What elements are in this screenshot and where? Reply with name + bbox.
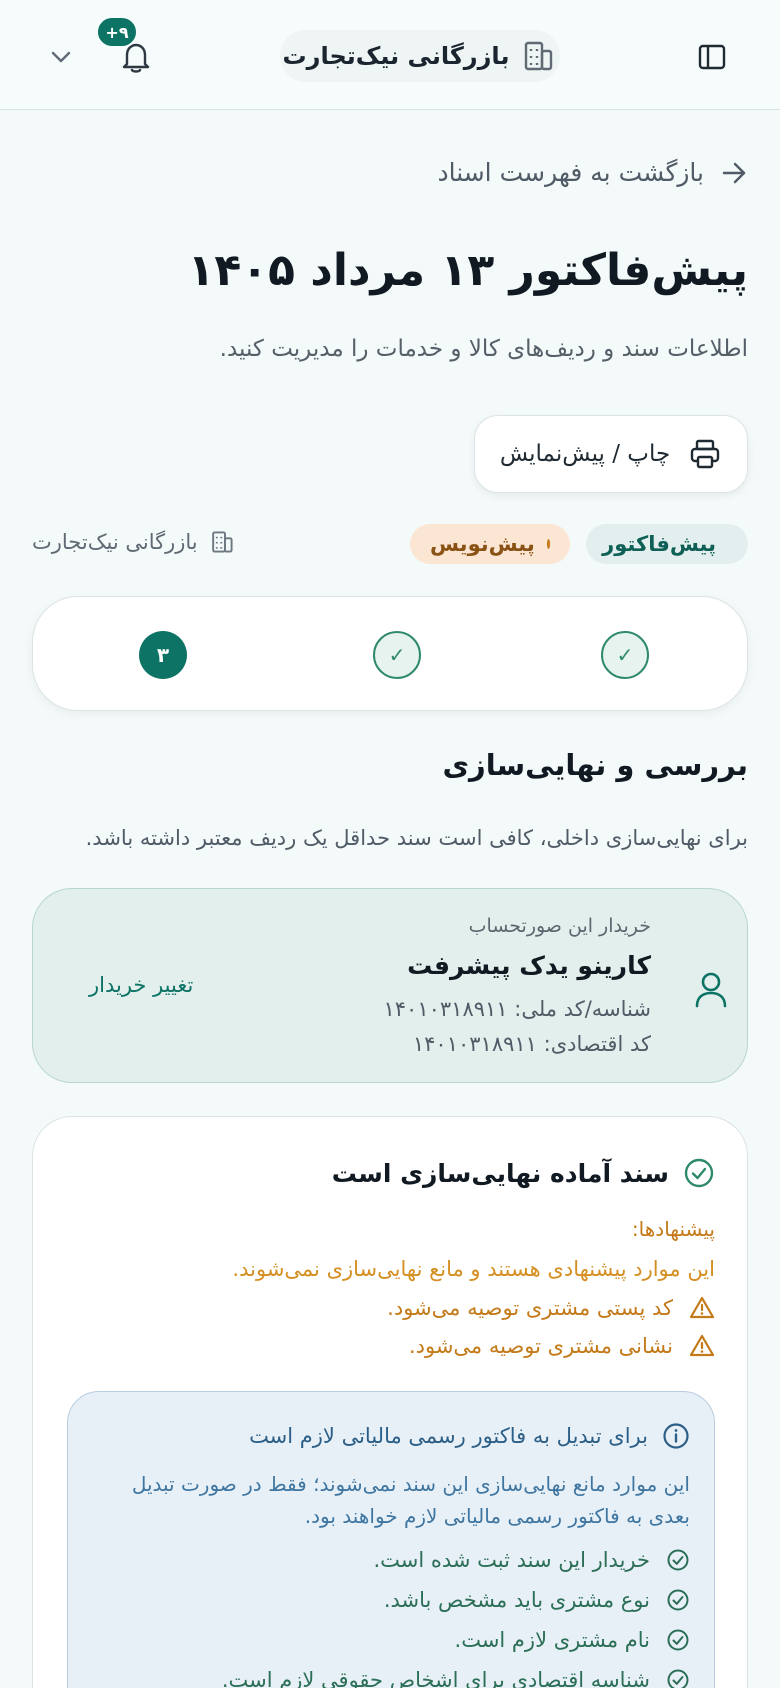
check-mark: ✓: [616, 643, 634, 667]
buyer-caption: خریدار این صورتحساب: [468, 915, 651, 937]
requirement-text: خریدار این سند ثبت شده است.: [373, 1548, 650, 1572]
back-link-label: بازگشت به فهرست اسناد: [437, 158, 704, 187]
document-status-label: پیش‌نویس: [430, 532, 535, 556]
tax-box-body: این موارد مانع نهایی‌سازی این سند نمی‌شو…: [131, 1472, 690, 1528]
document-type-badge: پیش‌فاکتور: [586, 524, 748, 564]
check-mark: ✓: [388, 643, 406, 667]
warning-triangle-icon: [689, 1296, 715, 1319]
validation-card: سند آماده نهایی‌سازی است پیشنهادها: این …: [32, 1116, 748, 1688]
status-dot: [546, 539, 550, 549]
suggestions-intro: این موارد پیشنهادی هستند و مانع نهایی‌سا…: [232, 1257, 715, 1281]
step-3-current[interactable]: ۳: [139, 631, 187, 679]
document-status-badge: پیش‌نویس: [410, 524, 570, 564]
suggestions-label: پیشنهادها:: [631, 1217, 715, 1241]
check-circle-icon: [667, 1629, 689, 1651]
building-icon: [211, 531, 233, 553]
suggestion-text: نشانی مشتری توصیه می‌شود.: [408, 1334, 673, 1358]
buyer-name: کارینو یدک پیشرفت: [407, 951, 651, 980]
progress-stepper: ✓ ✓ ۳: [32, 596, 748, 711]
buyer-national-id: شناسه/کد ملی: ۱۴۰۱۰۳۱۸۹۱۱: [383, 997, 652, 1021]
printer-icon: [690, 439, 720, 469]
tax-box-header: برای تبدیل به فاکتور رسمی مالیاتی لازم ا…: [249, 1422, 690, 1450]
buyer-card: خریدار این صورتحساب کارینو یدک پیشرفت شن…: [32, 888, 748, 1083]
top-bar: بازرگانی نیک‌تجارت ۹+: [0, 0, 780, 110]
requirement-item: نام مشتری لازم است.: [455, 1628, 690, 1652]
tax-box-title: برای تبدیل به فاکتور رسمی مالیاتی لازم ا…: [249, 1424, 648, 1448]
info-circle-icon: [663, 1423, 689, 1449]
print-preview-button[interactable]: چاپ / پیش‌نمایش: [474, 415, 748, 493]
organization-name: بازرگانی نیک‌تجارت: [32, 530, 198, 554]
suggestion-item: کد پستی مشتری توصیه می‌شود.: [387, 1295, 715, 1321]
buyer-economic-code: کد اقتصادی: ۱۴۰۱۰۳۱۸۹۱۱: [412, 1032, 651, 1056]
review-section-description: برای نهایی‌سازی داخلی، کافی است سند حداق…: [85, 826, 748, 850]
step-1-done[interactable]: ✓: [601, 631, 649, 679]
document-type-label: پیش‌فاکتور: [602, 532, 716, 556]
building-icon: [525, 41, 553, 71]
arrow-right-icon: [722, 162, 746, 183]
suggestion-item: نشانی مشتری توصیه می‌شود.: [409, 1333, 715, 1359]
user-icon: [695, 972, 727, 1008]
requirement-item: خریدار این سند ثبت شده است.: [373, 1548, 690, 1572]
requirement-item: نوع مشتری باید مشخص باشد.: [384, 1588, 690, 1612]
brand-name: بازرگانی نیک‌تجارت: [282, 42, 510, 70]
change-buyer-button[interactable]: تغییر خریدار: [89, 973, 193, 997]
tax-requirements-box: برای تبدیل به فاکتور رسمی مالیاتی لازم ا…: [67, 1391, 715, 1688]
back-to-list-link[interactable]: بازگشت به فهرست اسناد: [437, 158, 748, 187]
chevron-down-icon: [51, 51, 71, 63]
step-number: ۳: [156, 643, 170, 667]
warning-triangle-icon: [689, 1334, 715, 1357]
requirement-text: نام مشتری لازم است.: [454, 1628, 650, 1652]
requirement-text: نوع مشتری باید مشخص باشد.: [383, 1588, 650, 1612]
page-title: پیش‌فاکتور ۱۳ مرداد ۱۴۰۵: [187, 245, 748, 296]
sidebar-toggle-icon: [698, 44, 726, 70]
check-circle-icon: [684, 1158, 714, 1188]
brand-switcher[interactable]: بازرگانی نیک‌تجارت: [280, 30, 560, 82]
check-circle-icon: [667, 1589, 689, 1611]
sidebar-toggle-button[interactable]: [695, 40, 729, 74]
validation-header: سند آماده نهایی‌سازی است: [332, 1157, 715, 1189]
validation-title: سند آماده نهایی‌سازی است: [331, 1158, 669, 1188]
check-circle-icon: [667, 1669, 689, 1688]
notification-count-badge: ۹+: [96, 16, 138, 48]
review-section-title: بررسی و نهایی‌سازی: [442, 748, 748, 782]
print-button-label: چاپ / پیش‌نمایش: [499, 441, 671, 467]
requirement-item: شناسه اقتصادی برای اشخاص حقوقی لازم است.: [222, 1668, 690, 1688]
step-2-done[interactable]: ✓: [373, 631, 421, 679]
account-menu-button[interactable]: [48, 44, 74, 70]
check-circle-icon: [667, 1549, 689, 1571]
suggestion-text: کد پستی مشتری توصیه می‌شود.: [387, 1296, 673, 1320]
document-detail-page: بازرگانی نیک‌تجارت ۹+ بازگشت به فهرست اس…: [0, 0, 780, 1688]
requirement-text: شناسه اقتصادی برای اشخاص حقوقی لازم است.: [221, 1668, 650, 1688]
organization-label: بازرگانی نیک‌تجارت: [32, 528, 236, 556]
page-subtitle: اطلاعات سند و ردیف‌های کالا و خدمات را م…: [219, 336, 748, 362]
